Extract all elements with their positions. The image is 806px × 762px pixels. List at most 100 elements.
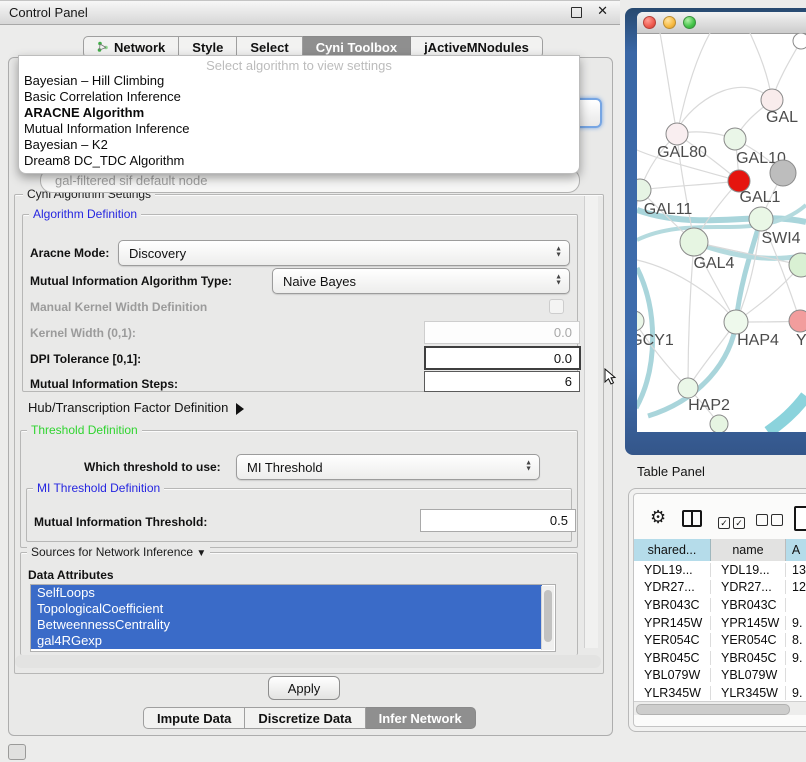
aracne-mode-select[interactable]: Discovery ▲▼ (118, 240, 570, 266)
table-cell: 9. (786, 686, 806, 700)
table-cell: YBL079W (634, 668, 711, 682)
algorithm-option[interactable]: Dream8 DC_TDC Algorithm (19, 153, 579, 169)
algorithm-option[interactable]: ARACNE Algorithm (19, 105, 579, 121)
network-node-gal80[interactable] (666, 123, 688, 145)
network-node-gal4[interactable] (680, 228, 708, 256)
network-view[interactable]: GALGAL80GAL10GAL1GAL11SWI4GAL4GCY1HAP4YH… (637, 33, 806, 432)
control-panel-titlebar[interactable]: Control Panel ✕ (0, 0, 620, 25)
list-scrollbar[interactable] (541, 586, 554, 650)
aracne-mode-label: Aracne Mode: (30, 246, 109, 260)
unchecked-boxes-icon[interactable] (756, 513, 786, 531)
tab-impute-data[interactable]: Impute Data (143, 707, 245, 729)
table-row[interactable]: YLR345WYLR345W9. (634, 684, 806, 701)
data-attributes-list[interactable]: SelfLoopsTopologicalCoefficientBetweenne… (30, 584, 556, 652)
table-row[interactable]: YDR27...YDR27...12 (634, 579, 806, 597)
close-traffic-light[interactable] (643, 16, 656, 29)
collapse-arrow-icon: ▼ (196, 548, 206, 559)
table-cell: YER054C (634, 633, 711, 647)
tab-infer-network[interactable]: Infer Network (366, 707, 476, 729)
table-cell: YLR345W (634, 686, 711, 700)
mi-type-select[interactable]: Naive Bayes ▲▼ (272, 268, 570, 294)
table-row[interactable]: YBR043CYBR043C (634, 596, 806, 614)
mi-steps-field[interactable]: 6 (424, 371, 580, 392)
table-row[interactable]: YBL079WYBL079W (634, 667, 806, 685)
table-cell: 9. (786, 616, 806, 630)
scrollbar-thumb[interactable] (636, 704, 790, 715)
manual-kernel-checkbox[interactable] (549, 299, 564, 314)
table-cell: YDR27... (711, 580, 786, 594)
mi-threshold-field[interactable]: 0.5 (420, 509, 576, 532)
column-split-icon[interactable] (682, 510, 702, 532)
tab-label: Cyni Toolbox (316, 40, 397, 55)
table-row[interactable]: YPR145WYPR145W9. (634, 614, 806, 632)
table-row[interactable]: YDL19...YDL19...13 (634, 561, 806, 579)
algorithm-option[interactable]: Basic Correlation Inference (19, 89, 579, 105)
network-window-titlebar[interactable] (637, 12, 806, 34)
minimize-traffic-light[interactable] (663, 16, 676, 29)
collapsed-panel-button[interactable] (8, 744, 26, 760)
table-column-header[interactable]: shared... (634, 539, 711, 561)
algorithm-option[interactable]: Bayesian – K2 (19, 137, 579, 153)
tab-label: Style (192, 40, 223, 55)
combo-arrows-icon: ▲▼ (555, 275, 562, 287)
which-threshold-value: MI Threshold (247, 460, 323, 475)
gear-icon[interactable]: ⚙ (650, 507, 666, 528)
manual-kernel-label: Manual Kernel Width Definition (30, 300, 207, 314)
network-node-gcy1[interactable] (637, 311, 644, 331)
table-column-header[interactable]: A (786, 539, 806, 561)
network-node-gal10[interactable] (724, 128, 746, 150)
expander-arrow-icon (236, 403, 244, 415)
document-icon[interactable] (794, 506, 806, 536)
zoom-traffic-light[interactable] (683, 16, 696, 29)
mi-threshold-label: Mutual Information Threshold: (34, 515, 207, 529)
tab-label: Network (114, 40, 165, 55)
network-node[interactable] (793, 33, 806, 49)
table-column-header[interactable]: name (711, 539, 786, 561)
network-node-gal11[interactable] (637, 179, 651, 201)
attribute-list-item[interactable]: gal4RGexp (31, 633, 542, 649)
network-window[interactable]: GALGAL80GAL10GAL1GAL11SWI4GAL4GCY1HAP4YH… (637, 12, 806, 432)
algorithm-option[interactable]: Mutual Information Inference (19, 121, 579, 137)
network-node[interactable] (710, 415, 728, 432)
table-panel-title: Table Panel (637, 464, 705, 479)
algorithm-option[interactable]: Bayesian – Hill Climbing (19, 73, 579, 89)
network-node-label: GCY1 (637, 332, 674, 349)
tab-label: jActiveMNodules (424, 40, 529, 55)
mi-type-label: Mutual Information Algorithm Type: (30, 274, 232, 288)
tab-discretize-data[interactable]: Discretize Data (245, 707, 365, 729)
network-node-hap2[interactable] (678, 378, 698, 398)
which-threshold-select[interactable]: MI Threshold ▲▼ (236, 454, 540, 480)
network-node-y[interactable] (789, 310, 806, 332)
table-cell: YDL19... (711, 563, 786, 577)
network-node-swi4[interactable] (749, 207, 773, 231)
table-horizontal-scrollbar[interactable] (634, 701, 806, 715)
attribute-list-item[interactable]: SelfLoops (31, 585, 542, 601)
float-window-icon[interactable] (571, 7, 582, 18)
table-row[interactable]: YER054CYER054C8. (634, 631, 806, 649)
network-node[interactable] (770, 160, 796, 186)
algorithm-definition-title: Algorithm Definition (29, 207, 141, 221)
dpi-tolerance-field[interactable]: 0.0 (424, 346, 581, 370)
apply-button[interactable]: Apply (268, 676, 340, 700)
mi-threshold-value: 0.5 (550, 513, 568, 528)
table-cell: 12 (786, 580, 806, 594)
network-node-gal[interactable] (761, 89, 783, 111)
network-node-hap4[interactable] (724, 310, 748, 334)
network-node-label: HAP2 (688, 397, 730, 414)
attribute-list-item[interactable]: BetweennessCentrality (31, 617, 542, 633)
checked-boxes-icon[interactable]: ✓✓ (718, 513, 748, 531)
hub-factor-expander[interactable]: Hub/Transcription Factor Definition (28, 400, 244, 415)
settings-vertical-scrollbar[interactable] (584, 196, 598, 648)
bottom-tabbar: Impute DataDiscretize DataInfer Network (143, 707, 476, 729)
settings-horizontal-scrollbar[interactable] (15, 655, 601, 668)
table-row[interactable]: YBR045CYBR045C9. (634, 649, 806, 667)
close-icon[interactable]: ✕ (597, 3, 608, 19)
network-node-label: SWI4 (761, 230, 800, 247)
hub-factor-label: Hub/Transcription Factor Definition (28, 400, 228, 415)
table-body: YDL19...YDL19...13YDR27...YDR27...12YBR0… (634, 561, 806, 701)
data-attributes-label: Data Attributes (28, 568, 114, 582)
kernel-width-field[interactable]: 0.0 (424, 321, 580, 344)
mouse-cursor (603, 368, 617, 386)
attribute-list-item[interactable]: TopologicalCoefficient (31, 601, 542, 617)
aracne-mode-value: Discovery (129, 246, 186, 261)
